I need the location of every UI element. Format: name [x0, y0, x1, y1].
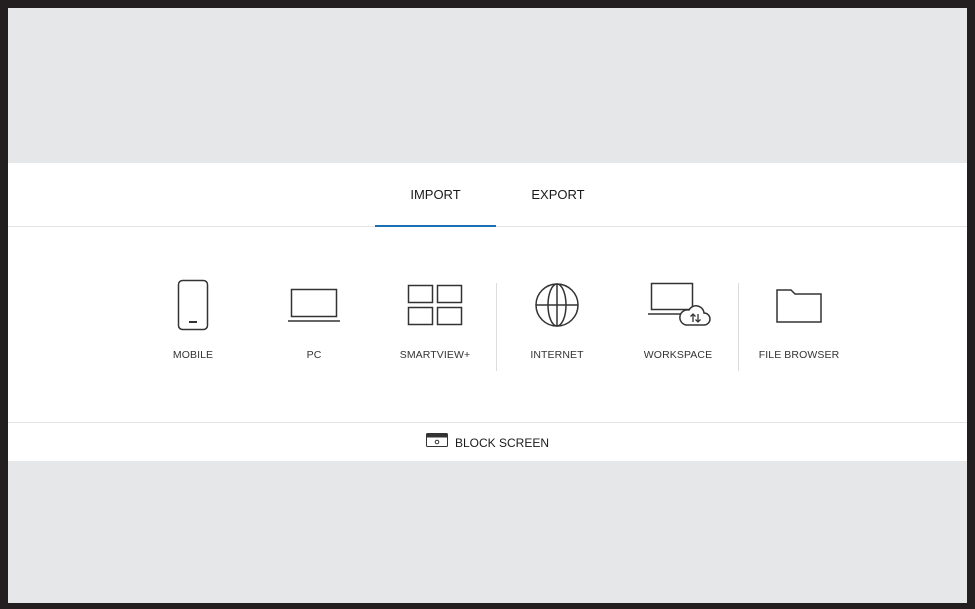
- source-smartview-label: SMARTVIEW+: [399, 349, 471, 361]
- tab-export[interactable]: EXPORT: [508, 163, 608, 226]
- workspace-cloud-icon: [645, 275, 711, 335]
- source-file-browser[interactable]: FILE BROWSER: [744, 275, 854, 375]
- source-workspace[interactable]: WORKSPACE: [623, 275, 733, 375]
- source-internet[interactable]: INTERNET: [502, 275, 612, 375]
- source-list: MOBILE PC SMARTVIEW+ INTERNET WORKSPACE …: [8, 227, 967, 422]
- source-file-browser-label: FILE BROWSER: [758, 349, 840, 361]
- tab-import[interactable]: IMPORT: [375, 163, 496, 227]
- block-screen-button[interactable]: BLOCK SCREEN: [8, 422, 967, 462]
- tab-bar: IMPORT EXPORT: [8, 163, 967, 227]
- source-panel: IMPORT EXPORT MOBILE PC SMARTVIEW+ INTER…: [8, 163, 967, 461]
- source-internet-label: INTERNET: [530, 349, 584, 361]
- tab-import-label: IMPORT: [410, 187, 461, 202]
- source-pc-label: PC: [306, 349, 322, 361]
- source-workspace-label: WORKSPACE: [643, 349, 713, 361]
- block-screen-icon: [425, 433, 448, 452]
- grid-icon: [407, 275, 463, 335]
- globe-icon: [534, 275, 580, 335]
- source-smartview[interactable]: SMARTVIEW+: [380, 275, 490, 375]
- source-pc[interactable]: PC: [259, 275, 369, 375]
- folder-icon: [775, 275, 823, 335]
- screen-background: IMPORT EXPORT MOBILE PC SMARTVIEW+ INTER…: [8, 8, 967, 603]
- separator: [496, 283, 497, 371]
- block-screen-label: BLOCK SCREEN: [454, 435, 550, 450]
- mobile-icon: [177, 275, 209, 335]
- source-mobile[interactable]: MOBILE: [138, 275, 248, 375]
- tab-export-label: EXPORT: [531, 187, 585, 202]
- source-mobile-label: MOBILE: [172, 349, 214, 361]
- separator: [738, 283, 739, 371]
- laptop-icon: [287, 275, 341, 335]
